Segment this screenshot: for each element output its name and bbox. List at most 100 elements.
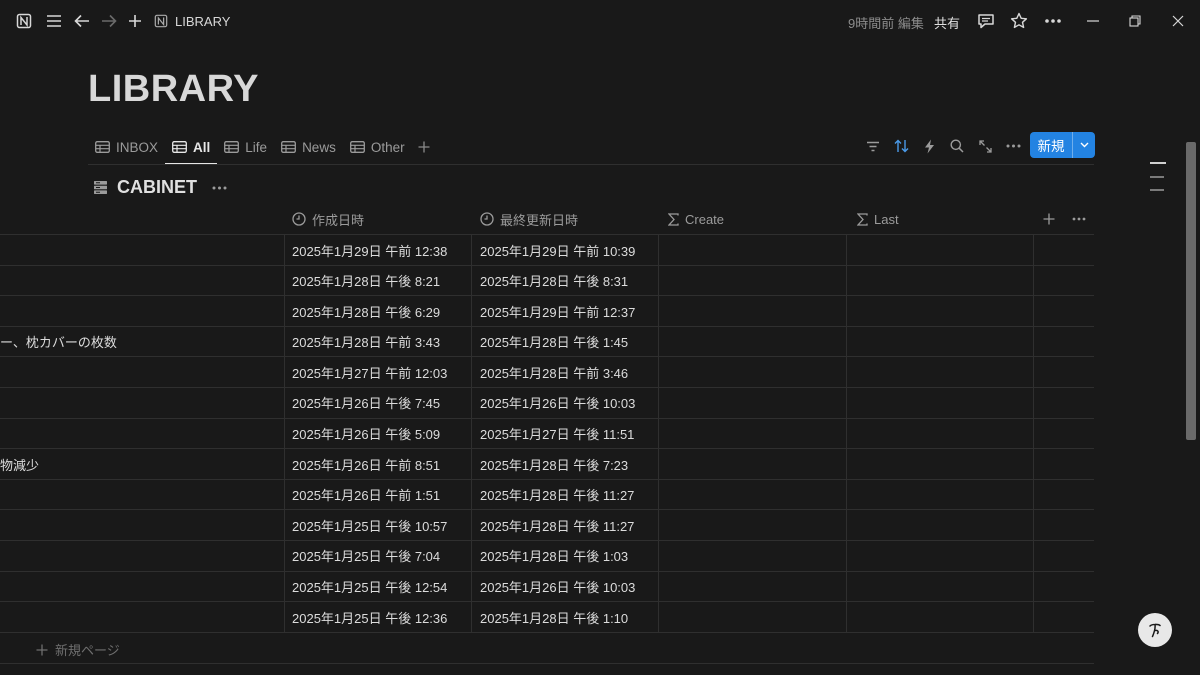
view-tabs: INBOX All Life News Other — [88, 132, 436, 165]
database-more-icon[interactable] — [212, 186, 227, 190]
page-title[interactable]: LIBRARY — [88, 68, 259, 111]
formula-sigma-icon — [668, 212, 679, 226]
cell-name[interactable] — [0, 602, 284, 632]
chevron-down-icon[interactable] — [1073, 142, 1095, 148]
cell-updated[interactable]: 2025年1月28日 午後 11:27 — [480, 480, 658, 510]
help-button[interactable] — [1138, 613, 1172, 647]
table-row[interactable]: 2025年1月25日 午後 12:54 2025年1月26日 午後 10:03 — [0, 572, 1094, 603]
cell-updated[interactable]: 2025年1月28日 午前 3:46 — [480, 357, 658, 387]
cell-updated[interactable]: 2025年1月28日 午後 1:03 — [480, 541, 658, 571]
add-view-plus-icon[interactable] — [412, 141, 436, 153]
column-header-created[interactable]: 作成日時 — [292, 204, 364, 234]
scrollbar-thumb[interactable] — [1186, 142, 1196, 440]
table-body: 2025年1月29日 午前 12:38 2025年1月29日 午前 10:39 … — [0, 235, 1094, 633]
cell-created[interactable]: 2025年1月27日 午前 12:03 — [292, 357, 470, 387]
close-window-icon[interactable] — [1167, 10, 1189, 32]
cell-created[interactable]: 2025年1月26日 午後 7:45 — [292, 388, 470, 418]
tab-inbox[interactable]: INBOX — [88, 133, 165, 161]
database-title[interactable]: CABINET — [117, 177, 197, 198]
restore-window-icon[interactable] — [1124, 10, 1146, 32]
more-options-icon[interactable] — [1042, 10, 1064, 32]
new-tab-plus-icon[interactable] — [124, 10, 146, 32]
table-row[interactable]: 2025年1月25日 午後 10:57 2025年1月28日 午後 11:27 — [0, 510, 1094, 541]
cell-updated[interactable]: 2025年1月29日 午前 12:37 — [480, 296, 658, 326]
cell-created[interactable]: 2025年1月28日 午後 6:29 — [292, 296, 470, 326]
tab-all[interactable]: All — [165, 133, 218, 165]
sort-icon[interactable] — [890, 135, 912, 157]
table-row[interactable]: 2025年1月25日 午後 12:36 2025年1月28日 午後 1:10 — [0, 602, 1094, 633]
forward-arrow-icon[interactable] — [98, 10, 120, 32]
cell-updated[interactable]: 2025年1月28日 午後 8:31 — [480, 266, 658, 296]
outline-marker[interactable] — [1150, 176, 1164, 178]
table-row[interactable]: 物減少 2025年1月26日 午前 8:51 2025年1月28日 午後 7:2… — [0, 449, 1094, 480]
cell-name[interactable] — [0, 419, 284, 449]
cell-created[interactable]: 2025年1月26日 午後 5:09 — [292, 419, 470, 449]
expand-icon[interactable] — [974, 135, 996, 157]
tab-other[interactable]: Other — [343, 133, 412, 161]
cell-updated[interactable]: 2025年1月27日 午後 11:51 — [480, 419, 658, 449]
cell-name[interactable] — [0, 296, 284, 326]
cell-name[interactable] — [0, 235, 284, 265]
tab-news[interactable]: News — [274, 133, 343, 161]
new-page-row[interactable]: 新規ページ — [36, 640, 120, 659]
property-more-icon[interactable] — [1072, 204, 1086, 234]
automation-lightning-icon[interactable] — [918, 135, 940, 157]
cell-updated[interactable]: 2025年1月28日 午後 11:27 — [480, 510, 658, 540]
breadcrumb[interactable]: LIBRARY — [154, 12, 230, 30]
database-icon — [93, 180, 108, 195]
new-button[interactable]: 新規 — [1030, 132, 1095, 158]
share-button[interactable]: 共有 — [934, 13, 960, 32]
cell-name[interactable] — [0, 541, 284, 571]
cell-name[interactable] — [0, 572, 284, 602]
cell-updated[interactable]: 2025年1月26日 午後 10:03 — [480, 388, 658, 418]
cell-updated[interactable]: 2025年1月29日 午前 10:39 — [480, 235, 658, 265]
favorite-star-icon[interactable] — [1008, 10, 1030, 32]
table-row[interactable]: 2025年1月26日 午後 5:09 2025年1月27日 午後 11:51 — [0, 419, 1094, 450]
cell-created[interactable]: 2025年1月25日 午後 12:54 — [292, 572, 470, 602]
add-property-plus-icon[interactable] — [1043, 204, 1055, 234]
cell-created[interactable]: 2025年1月25日 午後 7:04 — [292, 541, 470, 571]
view-more-icon[interactable] — [1002, 135, 1024, 157]
menu-icon[interactable] — [43, 10, 65, 32]
back-arrow-icon[interactable] — [71, 10, 93, 32]
cell-name[interactable] — [0, 357, 284, 387]
comment-icon[interactable] — [975, 10, 997, 32]
table-row[interactable]: ー、枕カバーの枚数 2025年1月28日 午前 3:43 2025年1月28日 … — [0, 327, 1094, 358]
table-view-icon — [172, 141, 187, 153]
column-header-last[interactable]: Last — [857, 204, 899, 234]
outline-marker[interactable] — [1150, 189, 1164, 191]
cell-name[interactable] — [0, 266, 284, 296]
cell-updated[interactable]: 2025年1月28日 午後 1:10 — [480, 602, 658, 632]
table-row[interactable]: 2025年1月28日 午後 8:21 2025年1月28日 午後 8:31 — [0, 266, 1094, 297]
column-header-updated[interactable]: 最終更新日時 — [480, 204, 578, 234]
cell-created[interactable]: 2025年1月26日 午前 1:51 — [292, 480, 470, 510]
table-row[interactable]: 2025年1月25日 午後 7:04 2025年1月28日 午後 1:03 — [0, 541, 1094, 572]
cell-updated[interactable]: 2025年1月28日 午後 7:23 — [480, 449, 658, 479]
cell-created[interactable]: 2025年1月25日 午後 10:57 — [292, 510, 470, 540]
cell-name[interactable] — [0, 510, 284, 540]
cell-created[interactable]: 2025年1月29日 午前 12:38 — [292, 235, 470, 265]
cell-created[interactable]: 2025年1月28日 午後 8:21 — [292, 266, 470, 296]
cell-name[interactable] — [0, 388, 284, 418]
minimize-window-icon[interactable] — [1082, 10, 1104, 32]
filter-icon[interactable] — [862, 135, 884, 157]
table-row[interactable]: 2025年1月26日 午後 7:45 2025年1月26日 午後 10:03 — [0, 388, 1094, 419]
table-row[interactable]: 2025年1月26日 午前 1:51 2025年1月28日 午後 11:27 — [0, 480, 1094, 511]
cell-updated[interactable]: 2025年1月26日 午後 10:03 — [480, 572, 658, 602]
cell-created[interactable]: 2025年1月25日 午後 12:36 — [292, 602, 470, 632]
tab-life[interactable]: Life — [217, 133, 274, 161]
table-row[interactable]: 2025年1月27日 午前 12:03 2025年1月28日 午前 3:46 — [0, 357, 1094, 388]
table-row[interactable]: 2025年1月28日 午後 6:29 2025年1月29日 午前 12:37 — [0, 296, 1094, 327]
table-row[interactable]: 2025年1月29日 午前 12:38 2025年1月29日 午前 10:39 — [0, 235, 1094, 266]
cell-name[interactable]: ー、枕カバーの枚数 — [0, 327, 284, 357]
column-header-create[interactable]: Create — [668, 204, 724, 234]
notion-logo-icon[interactable] — [13, 10, 35, 32]
cell-created[interactable]: 2025年1月26日 午前 8:51 — [292, 449, 470, 479]
cell-name[interactable] — [0, 480, 284, 510]
cell-name[interactable]: 物減少 — [0, 449, 284, 479]
cell-updated[interactable]: 2025年1月28日 午後 1:45 — [480, 327, 658, 357]
search-icon[interactable] — [946, 135, 968, 157]
cell-created[interactable]: 2025年1月28日 午前 3:43 — [292, 327, 470, 357]
new-page-label: 新規ページ — [55, 643, 120, 658]
outline-marker-active[interactable] — [1150, 162, 1166, 164]
